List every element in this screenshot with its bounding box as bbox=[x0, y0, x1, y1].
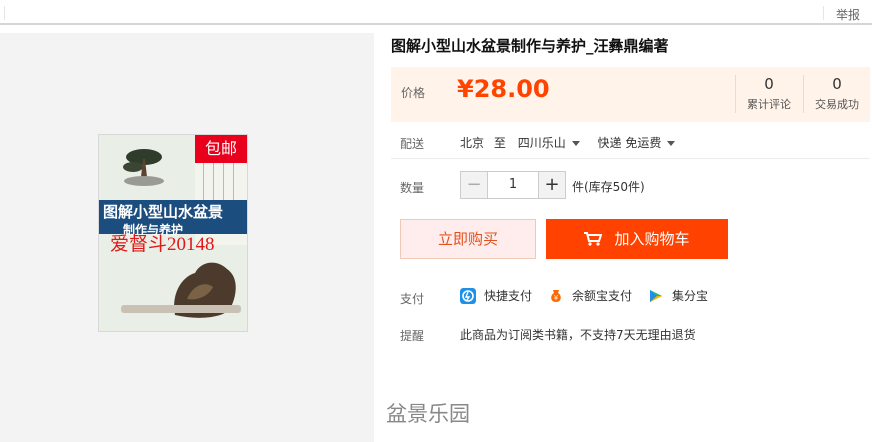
notice-label: 提醒 bbox=[400, 329, 425, 343]
display-stand-image bbox=[121, 305, 241, 313]
payment-method-name: 快捷支付 bbox=[484, 289, 533, 303]
svg-text:¥: ¥ bbox=[554, 294, 559, 302]
buy-now-button[interactable]: 立即购买 bbox=[400, 219, 536, 259]
product-cover-image[interactable]: 包邮 图解小型山水盆景 制作与养护 爱督斗20148 bbox=[98, 134, 248, 332]
price-label: 价格 bbox=[401, 86, 426, 100]
destination-text: 四川乐山 bbox=[517, 136, 566, 150]
payment-method-jifenbao[interactable]: 集分宝 bbox=[648, 287, 708, 304]
product-title: 图解小型山水盆景制作与养护_汪彝鼎编著 bbox=[391, 37, 669, 55]
quantity-input[interactable]: 1 bbox=[488, 171, 538, 199]
notice-text: 此商品为订阅类书籍，不支持7天无理由退货 bbox=[460, 328, 696, 342]
review-count-stat[interactable]: 0 累计评论 bbox=[736, 75, 802, 112]
payment-method-name: 余额宝支付 bbox=[572, 289, 633, 303]
sales-count: 0 bbox=[832, 75, 842, 93]
cover-watermark: 爱督斗20148 bbox=[110, 234, 215, 255]
shipping-selector[interactable]: 快递 免运费 bbox=[598, 134, 676, 151]
bonsai-tree-image bbox=[123, 149, 164, 186]
divider bbox=[391, 158, 870, 159]
report-link[interactable]: 举报 bbox=[836, 6, 860, 23]
review-count-label: 累计评论 bbox=[747, 98, 791, 111]
stock-text: 件(库存50件) bbox=[572, 180, 645, 194]
destination-selector[interactable]: 四川乐山 bbox=[518, 134, 580, 151]
delivery-to-word: 至 bbox=[493, 136, 506, 150]
review-count: 0 bbox=[764, 75, 774, 93]
delivery-row: 北京 至 四川乐山 快递 免运费 bbox=[460, 134, 676, 151]
cover-title: 图解小型山水盆景 bbox=[103, 203, 224, 221]
delivery-label: 配送 bbox=[400, 137, 425, 151]
quantity-increase-button[interactable]: + bbox=[538, 171, 566, 199]
quantity-stepper: − 1 + bbox=[460, 171, 566, 199]
quickpay-icon bbox=[460, 287, 476, 304]
quantity-decrease-button[interactable]: − bbox=[460, 171, 488, 199]
payment-method-yuebao[interactable]: ¥ 余额宝支付 bbox=[548, 287, 632, 304]
chevron-down-icon bbox=[571, 141, 580, 146]
sales-count-stat: 0 交易成功 bbox=[804, 75, 870, 112]
add-to-cart-button[interactable]: 加入购物车 bbox=[546, 219, 728, 259]
payment-method-quickpay[interactable]: 快捷支付 bbox=[460, 287, 532, 304]
price-panel: 价格 ¥28.00 0 累计评论 0 交易成功 bbox=[391, 67, 870, 122]
top-bar-frame bbox=[4, 6, 824, 20]
price-value: ¥28.00 bbox=[457, 75, 550, 103]
sales-count-label: 交易成功 bbox=[815, 98, 859, 111]
delivery-origin: 北京 bbox=[460, 136, 485, 150]
add-to-cart-label: 加入购物车 bbox=[614, 230, 690, 248]
payment-methods: 快捷支付 ¥ 余额宝支付 集分宝 bbox=[460, 287, 724, 304]
quantity-label: 数量 bbox=[400, 181, 425, 195]
shop-name[interactable]: 盆景乐园 bbox=[386, 398, 470, 428]
free-shipping-tag: 包邮 bbox=[195, 135, 247, 163]
payment-label: 支付 bbox=[400, 292, 425, 306]
shopping-cart-icon bbox=[584, 232, 603, 246]
chevron-down-icon bbox=[667, 141, 676, 146]
jifenbao-icon bbox=[650, 289, 663, 302]
top-bar: 举报 bbox=[0, 0, 872, 25]
shipping-text: 快递 免运费 bbox=[597, 136, 662, 150]
product-gallery: 包邮 图解小型山水盆景 制作与养护 爱督斗20148 bbox=[0, 33, 374, 442]
yuebao-icon: ¥ bbox=[551, 289, 561, 302]
rock-landscape-image bbox=[174, 262, 236, 318]
payment-method-name: 集分宝 bbox=[672, 289, 709, 303]
